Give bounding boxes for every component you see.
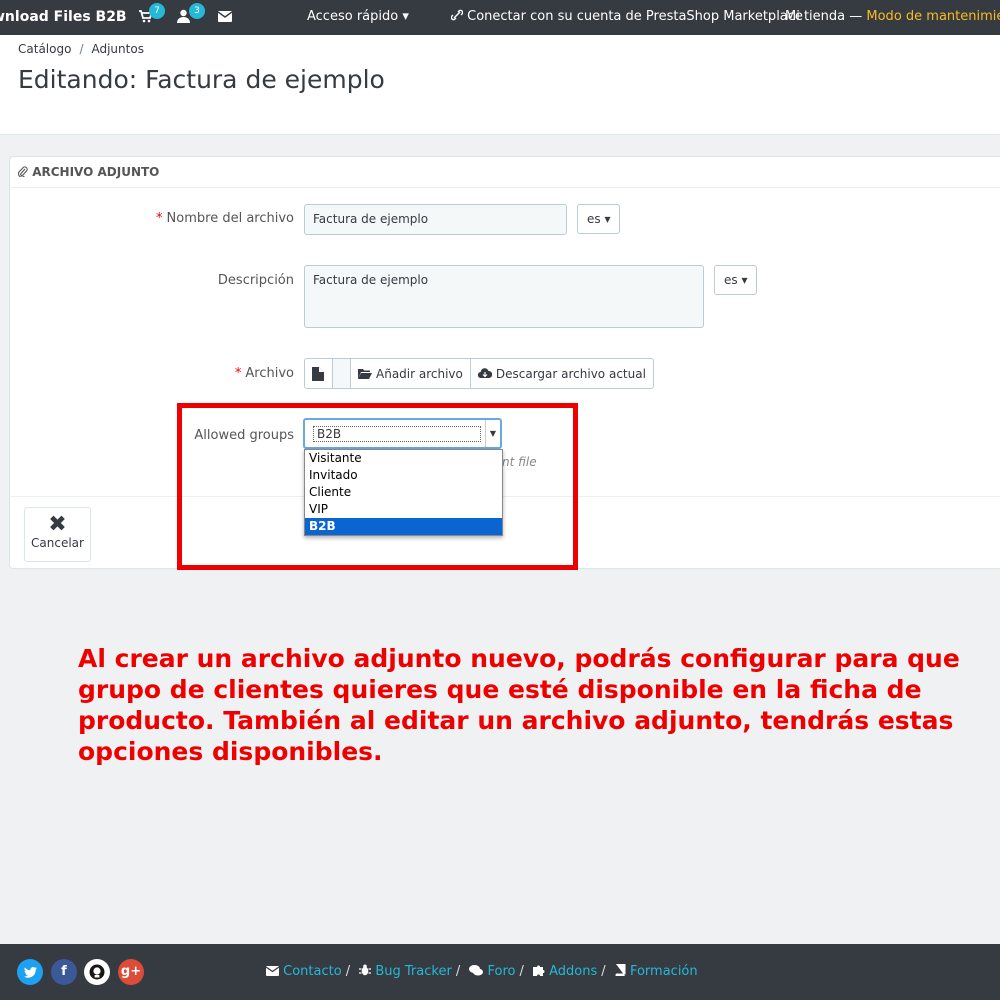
folder-open-icon (358, 369, 372, 379)
maintenance-mode-label[interactable]: Modo de mantenimiento (866, 9, 1000, 24)
filename-label-text: Nombre del archivo (166, 211, 294, 226)
google-plus-icon[interactable]: g+ (118, 959, 144, 985)
footer-contact-link[interactable]: Contacto (283, 964, 342, 979)
page-title: Editando: Factura de ejemplo (18, 65, 385, 94)
breadcrumb-catalog[interactable]: Catálogo (18, 42, 71, 56)
footer-addons-link[interactable]: Addons (549, 964, 597, 979)
close-icon: ✖ (48, 512, 67, 537)
comments-icon (469, 965, 484, 976)
book-icon (615, 963, 626, 977)
footer-separator: / (455, 964, 461, 979)
bug-icon (359, 964, 372, 976)
filename-input[interactable]: Factura de ejemplo (304, 204, 567, 235)
download-current-label: Descargar archivo actual (495, 366, 646, 381)
footer-forum-link[interactable]: Foro (487, 964, 515, 979)
quick-access-menu[interactable]: Acceso rápido ▾ (307, 9, 409, 24)
description-language-button[interactable]: es ▾ (714, 265, 758, 295)
highlight-box (177, 403, 578, 570)
add-file-button[interactable]: Añadir archivo (351, 359, 471, 388)
twitter-icon[interactable] (17, 959, 43, 985)
store-separator: — (845, 9, 867, 24)
file-label: * Archivo (234, 366, 294, 381)
footer-separator: / (345, 964, 351, 979)
file-icon (312, 366, 324, 381)
panel-heading: ARCHIVO ADJUNTO (10, 157, 1000, 188)
paperclip-icon (17, 166, 28, 178)
page-header: Catálogo / Adjuntos Editando: Factura de e… (0, 35, 1000, 135)
file-label-text: Archivo (245, 366, 294, 381)
add-file-label: Añadir archivo (376, 366, 463, 381)
download-current-file-button[interactable]: Descargar archivo actual (471, 359, 653, 388)
filename-language-button[interactable]: es ▾ (577, 204, 621, 234)
store-link[interactable]: Mi tienda (785, 9, 845, 24)
cancel-button[interactable]: ✖ Cancelar (24, 507, 91, 562)
description-label: Descripción (217, 273, 294, 288)
envelope-icon[interactable] (218, 11, 232, 22)
footer-bar: f g+ Contacto / Bug Tracker / Foro / Addons… (0, 944, 1000, 1000)
annotation-text: Al crear un archivo adjunto nuevo, podrá… (78, 644, 960, 766)
github-icon[interactable] (84, 959, 110, 985)
link-icon (450, 9, 464, 21)
filename-label: * Nombre del archivo (156, 211, 294, 226)
footer-training-link[interactable]: Formación (630, 964, 698, 979)
store-status[interactable]: Mi tienda — Modo de mantenimiento (785, 9, 1000, 24)
puzzle-icon (533, 965, 545, 976)
customer-badge: 3 (189, 3, 205, 19)
shop-name[interactable]: wnload Files B2B (0, 9, 127, 25)
footer-separator: / (601, 964, 606, 979)
marketplace-connect-link[interactable]: Conectar con su cuenta de PrestaShop Mar… (450, 9, 803, 24)
breadcrumb-attachments[interactable]: Adjuntos (91, 42, 143, 56)
file-name-input[interactable] (333, 359, 351, 388)
file-upload-group: Añadir archivo Descargar archivo actual (304, 358, 654, 389)
footer-bug-tracker-link[interactable]: Bug Tracker (375, 964, 451, 979)
breadcrumb-separator: / (79, 42, 84, 56)
file-type-button[interactable] (305, 359, 333, 388)
cart-badge: 7 (149, 3, 165, 19)
top-navbar: wnload Files B2B 7 3 Acceso rápido ▾ Con… (0, 0, 1000, 35)
footer-separator: / (519, 964, 524, 979)
cloud-download-icon (477, 368, 492, 379)
footer-links: Contacto / Bug Tracker / Foro / Addons / For… (265, 963, 698, 979)
description-textarea[interactable]: Factura de ejemplo (304, 265, 704, 328)
cancel-label: Cancelar (31, 536, 84, 550)
connect-label: Conectar con su cuenta de PrestaShop Mar… (467, 9, 803, 24)
panel-heading-text: ARCHIVO ADJUNTO (32, 165, 160, 179)
facebook-icon[interactable]: f (51, 959, 77, 985)
envelope-icon (265, 966, 280, 976)
breadcrumb: Catálogo / Adjuntos (18, 42, 144, 56)
